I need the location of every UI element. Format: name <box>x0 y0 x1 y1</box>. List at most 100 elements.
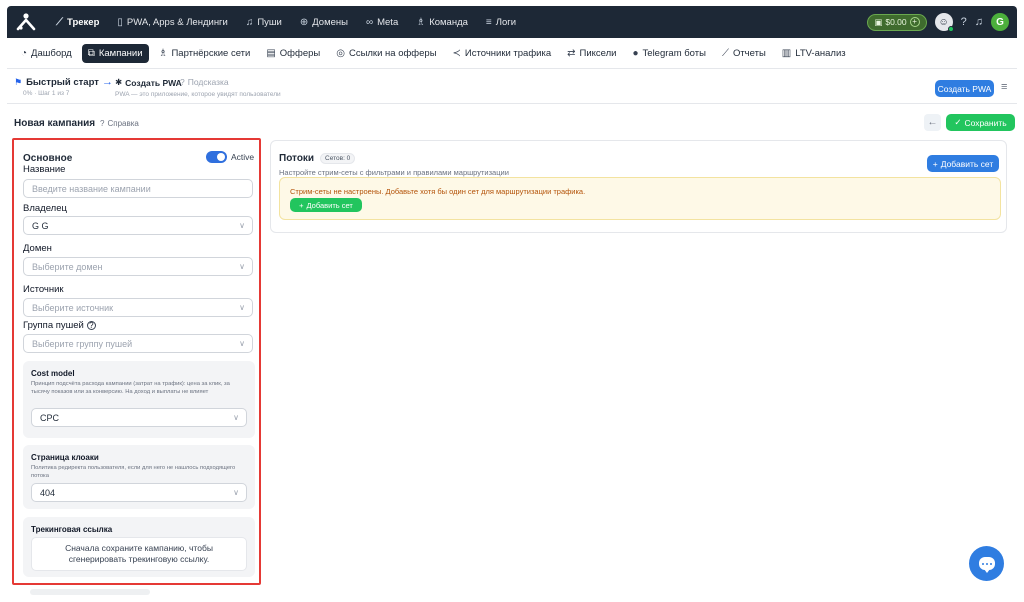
owner-select[interactable]: G G ∨ <box>23 216 253 235</box>
check-icon: ✓ <box>954 117 962 127</box>
share-icon: ≺ <box>452 47 461 59</box>
toggle-label: Active <box>231 152 255 162</box>
arrow-right-icon: → <box>102 76 113 88</box>
subnav-offers[interactable]: ▤ Офферы <box>260 44 326 63</box>
app-logo[interactable] <box>15 11 37 33</box>
add-set-button[interactable]: + Добавить сет <box>290 198 362 212</box>
subnav-traffic-sources[interactable]: ≺ Источники трафика <box>447 44 558 63</box>
chat-icon <box>978 557 995 573</box>
user-status-icon[interactable]: ☺ <box>934 13 954 32</box>
cloak-page-description: Политика редиректа пользователя, если дл… <box>31 465 236 479</box>
help-icon: ? <box>180 77 185 87</box>
top-nav: ⟋ Трекер ▯ PWA, Apps & Лендинги ♫ Пуши ⊕ Дом… <box>47 6 525 38</box>
subnav-offer-links[interactable]: ◎ Ссылки на офферы <box>330 44 442 63</box>
link-icon: ◎ <box>336 47 345 59</box>
globe-icon: ⊕ <box>299 16 309 28</box>
team-icon: ♗ <box>416 16 426 28</box>
plus-icon: + <box>909 17 920 27</box>
chevron-down-icon: ∨ <box>239 339 245 348</box>
chevron-down-icon: ∨ <box>233 488 239 497</box>
help-icon[interactable]: ? <box>961 16 967 28</box>
dashboard-icon: ◔ <box>21 47 28 59</box>
quick-start-step[interactable]: ✱ Создать PWA <box>115 77 182 88</box>
top-right-tools: ▣ $0.00 + ☺ ? ♫ G <box>867 13 1009 32</box>
cloak-page-title: Страница клоаки <box>31 453 99 462</box>
quick-start-description: PWA — это приложение, которое увидят пол… <box>115 91 281 98</box>
balance-badge[interactable]: ▣ $0.00 + <box>867 13 927 31</box>
sub-navbar: ◔ Дашборд ⧉ Кампании ♗ Партнёрские сети ▤ Оф… <box>7 38 1017 69</box>
quick-start-hint[interactable]: ? Подсказка <box>180 77 229 87</box>
arrow-left-icon: ← <box>927 117 938 128</box>
bell-icon[interactable]: ♫ <box>975 16 983 28</box>
subnav-dashboard[interactable]: ◔ Дашборд <box>15 44 78 63</box>
campaign-icon: ⧉ <box>87 47 95 59</box>
domain-label: Домен <box>23 243 52 254</box>
warning-text: Стрим-сеты не настроены. Добавьте хотя б… <box>290 187 586 196</box>
plus-icon: + <box>932 158 938 169</box>
bottom-edge <box>30 589 150 595</box>
cost-model-description: Принцип подсчёта расхода кампании (затра… <box>31 381 230 395</box>
plus-icon: + <box>299 200 304 210</box>
add-set-button-top[interactable]: + Добавить сет <box>927 155 999 172</box>
flows-panel: Потоки Сетов: 0 Настройте стрим-сеты с ф… <box>270 140 1007 233</box>
cost-model-select[interactable]: CPC ∨ <box>31 408 247 427</box>
list-icon: ≡ <box>485 16 492 28</box>
report-icon: ⟋ <box>721 47 729 59</box>
topnav-tracker[interactable]: ⟋ Трекер <box>47 6 108 38</box>
topnav-meta[interactable]: ∞ Meta <box>357 6 407 38</box>
no-sets-warning: Стрим-сеты не настроены. Добавьте хотя б… <box>279 177 1001 220</box>
cost-model-card: Cost model Принцип подсчёта расхода камп… <box>23 361 255 438</box>
chat-button[interactable] <box>969 546 1004 581</box>
tracking-link-note: Сначала сохраните кампанию, чтобы сгенер… <box>31 537 247 571</box>
topnav-pwa[interactable]: ▯ PWA, Apps & Лендинги <box>108 6 236 38</box>
owner-label: Владелец <box>23 203 67 214</box>
subnav-pixels[interactable]: ⇄ Пиксели <box>561 44 622 63</box>
android-icon: ✱ <box>115 77 123 87</box>
topnav-team[interactable]: ♗ Команда <box>407 6 477 38</box>
campaign-basic-form: Основное Active Название Введите названи… <box>15 141 259 584</box>
push-group-label: Группа пушей ? <box>23 320 96 331</box>
cloak-page-select[interactable]: 404 ∨ <box>31 483 247 502</box>
bell-icon: ♫ <box>245 16 254 28</box>
chevron-down-icon: ∨ <box>239 221 245 230</box>
topnav-logs[interactable]: ≡ Логи <box>477 6 525 38</box>
topnav-push[interactable]: ♫ Пуши <box>237 6 291 38</box>
help-icon: ? <box>100 119 105 128</box>
domain-select[interactable]: Выберите домен ∨ <box>23 257 253 276</box>
campaign-header: Новая кампания ? Справка ← ✓ Сохранить <box>7 104 1017 140</box>
subnav-campaigns[interactable]: ⧉ Кампании <box>81 43 149 63</box>
menu-icon[interactable]: ≡ <box>1001 81 1007 93</box>
source-label: Источник <box>23 284 64 295</box>
swap-icon: ⇄ <box>567 47 576 59</box>
flows-title: Потоки <box>279 153 315 164</box>
page-title: Новая кампания <box>14 118 96 129</box>
subnav-partners[interactable]: ♗ Партнёрские сети <box>153 44 257 63</box>
chevron-down-icon: ∨ <box>239 262 245 271</box>
subnav-reports[interactable]: ⟋ Отчеты <box>716 44 772 63</box>
name-label: Название <box>23 164 66 175</box>
avatar[interactable]: G <box>991 13 1009 31</box>
top-navbar: ⟋ Трекер ▯ PWA, Apps & Лендинги ♫ Пуши ⊕ Дом… <box>7 6 1017 38</box>
push-group-select[interactable]: Выберите группу пушей ∨ <box>23 334 253 353</box>
quick-start-progress: 0% · Шаг 1 из 7 <box>23 90 70 97</box>
subnav-ltv[interactable]: ▥ LTV-анализ <box>776 44 852 63</box>
offers-icon: ▤ <box>266 47 276 59</box>
telegram-icon: ● <box>632 47 639 59</box>
save-button[interactable]: ✓ Сохранить <box>946 114 1015 131</box>
back-button[interactable]: ← <box>924 114 941 131</box>
tracking-link-card: Трекинговая ссылка Сначала сохраните кам… <box>23 517 255 577</box>
quick-start-title[interactable]: ⚑ Быстрый старт <box>14 77 99 88</box>
topnav-domains[interactable]: ⊕ Домены <box>291 6 357 38</box>
source-select[interactable]: Выберите источник ∨ <box>23 298 253 317</box>
help-link[interactable]: ? Справка <box>100 119 139 128</box>
subnav-telegram[interactable]: ● Telegram боты <box>626 44 711 63</box>
create-pwa-button[interactable]: Создать PWA <box>935 80 994 97</box>
quick-start-bar: ⚑ Быстрый старт 0% · Шаг 1 из 7 → ✱ Созд… <box>7 70 1017 104</box>
active-toggle[interactable] <box>206 151 227 163</box>
wallet-icon: ▣ <box>874 16 883 27</box>
chart-line-icon: ⟋ <box>56 16 63 28</box>
help-icon[interactable]: ? <box>86 321 96 330</box>
campaign-name-input[interactable]: Введите название кампании <box>23 179 253 198</box>
chevron-down-icon: ∨ <box>239 303 245 312</box>
sets-count-badge: Сетов: 0 <box>320 153 356 164</box>
